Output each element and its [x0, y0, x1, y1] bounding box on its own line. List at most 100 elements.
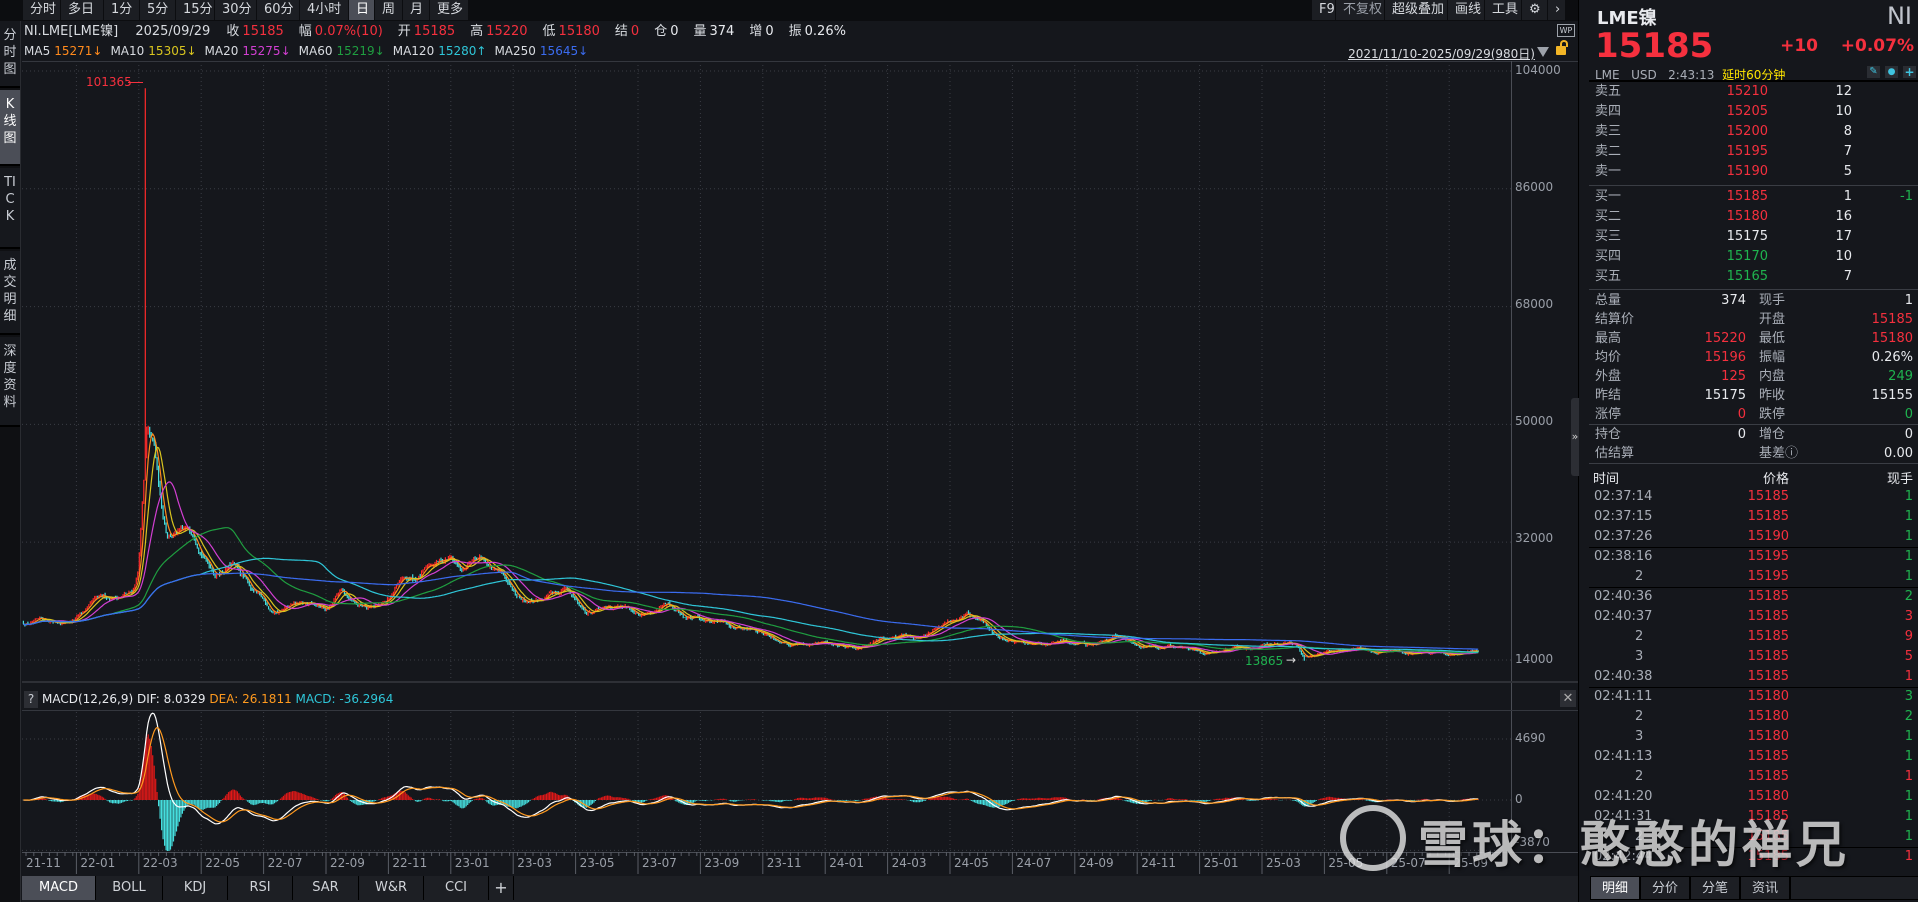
close-macd-icon[interactable]: ✕ [1560, 690, 1576, 707]
ask-qty: 8 [1843, 124, 1852, 139]
trade-price: 15185 [1747, 649, 1789, 664]
info-field-value: 15185 [242, 24, 284, 39]
info-field: 量 374 [694, 24, 738, 39]
price-tick-label: 14000 [1515, 652, 1554, 666]
period-button-6[interactable]: 60分 [257, 0, 299, 20]
x-tick-label: 24-07 [1016, 856, 1052, 870]
divider [1589, 185, 1918, 186]
candlestick-chart[interactable] [22, 61, 1511, 681]
period-button-2[interactable]: 1分 [104, 0, 139, 20]
x-tick-label: 24-11 [1141, 856, 1177, 870]
info-field-value: 374 [709, 24, 735, 39]
indicator-tab-macd[interactable]: MACD [22, 876, 96, 900]
stat-label: 跌停 [1759, 407, 1786, 422]
chevron-right-icon[interactable]: › [1548, 0, 1565, 20]
tool-button-3[interactable]: 画线 [1448, 0, 1484, 20]
sidebar-tab-0[interactable]: 分时图 [0, 21, 20, 88]
period-button-10[interactable]: 月 [403, 0, 429, 20]
quote-tab-1[interactable]: 分价 [1640, 876, 1690, 900]
indicator-tab-kdj[interactable]: KDJ [163, 876, 228, 900]
tool-button-2[interactable]: 超级叠加 [1385, 0, 1447, 20]
ma-label: MA250 [494, 44, 536, 58]
bid-level: 买一 [1595, 189, 1622, 204]
bid-qty: 16 [1835, 209, 1852, 224]
quote-tab-2[interactable]: 分笔 [1690, 876, 1740, 900]
stat-label: 现手 [1759, 293, 1786, 308]
info-field-label: 结 [614, 24, 628, 39]
sidebar-tab-1[interactable]: K线图 [0, 90, 20, 166]
gear-icon[interactable]: ⚙ [1522, 0, 1547, 20]
trade-row: 02:40:36 15185 2 [1579, 587, 1918, 607]
trade-qty: 1 [1904, 569, 1913, 584]
sidebar-tab-2[interactable]: TICK [0, 168, 20, 249]
indicator-tab-wr[interactable]: W&R [359, 876, 424, 900]
trade-price: 15185 [1747, 849, 1789, 864]
trade-row: 3 15180 1 [1579, 727, 1918, 747]
ma-label: MA60 [298, 44, 333, 58]
sidebar-tab-4[interactable]: 深度资料 [0, 337, 20, 427]
wp-icon[interactable]: WP [1557, 24, 1575, 37]
ask-row: 卖三 15200 8 [1579, 122, 1918, 142]
period-button-4[interactable]: 15分 [176, 0, 214, 20]
trade-row: 02:37:14 15185 1 [1579, 487, 1918, 507]
info-field: 收 15185 [226, 24, 286, 39]
x-tick-label: 25-09 [1453, 856, 1489, 870]
trade-price: 15185 [1747, 769, 1789, 784]
period-button-7[interactable]: 4小时 [300, 0, 348, 20]
trade-row: 02:41:13 15185 1 [1579, 747, 1918, 767]
symbol-label: NI.LME[LME镍] [24, 24, 119, 39]
trade-qty: 1 [1904, 489, 1913, 504]
trade-qty: 1 [1904, 749, 1913, 764]
stat-value: 1 [1904, 293, 1913, 308]
quote-tab-0[interactable]: 明细 [1590, 876, 1640, 900]
range-dropdown-icon[interactable] [1537, 47, 1549, 57]
macd-help-button[interactable]: ? [24, 691, 38, 708]
quote-tab-filler [1790, 876, 1918, 900]
ma-line-ma120 [23, 557, 1479, 653]
tool-button-4[interactable]: 工具 [1485, 0, 1521, 20]
collapse-panel-toggle[interactable]: » [1571, 398, 1579, 476]
stat-value: 0.00 [1884, 446, 1913, 461]
ma-line-ma60 [23, 527, 1479, 654]
tool-button-1[interactable]: 不复权 [1336, 0, 1384, 20]
price-change-pct: +0.07% [1840, 36, 1914, 56]
date-range-link[interactable]: 2021/11/10-2025/09/29(980日) [1348, 45, 1535, 62]
bid-change: -1 [1900, 189, 1913, 204]
period-button-3[interactable]: 5分 [140, 0, 175, 20]
indicator-tab-rsi[interactable]: RSI [228, 876, 293, 900]
period-button-5[interactable]: 30分 [215, 0, 256, 20]
bell-icon[interactable]: ● [1885, 66, 1898, 78]
add-indicator-button[interactable]: + [489, 876, 514, 900]
period-button-1[interactable]: 多日 [61, 0, 103, 20]
info-field-label: 振 [788, 24, 802, 39]
trade-time: 2 [1635, 569, 1644, 584]
add-icon[interactable]: + [1903, 66, 1916, 78]
tool-button-0[interactable]: F9 [1312, 0, 1335, 20]
ask-level: 卖三 [1595, 124, 1622, 139]
sidebar-tab-3[interactable]: 成交明细 [0, 251, 20, 335]
lock-icon[interactable] [1556, 40, 1568, 55]
period-button-9[interactable]: 周 [375, 0, 402, 20]
trade-qty: 1 [1904, 509, 1913, 524]
info-field-label: 量 [693, 24, 707, 39]
x-tick-label: 23-03 [517, 856, 553, 870]
macd-chart[interactable] [22, 712, 1511, 852]
period-button-0[interactable]: 分时 [23, 0, 60, 20]
period-button-11[interactable]: 更多 [430, 0, 468, 20]
indicator-tab-boll[interactable]: BOLL [96, 876, 163, 900]
quote-tab-3[interactable]: 资讯 [1740, 876, 1790, 900]
period-button-8[interactable]: 日 [349, 0, 374, 20]
indicator-tab-sar[interactable]: SAR [293, 876, 359, 900]
trade-time: 02:37:15 [1594, 509, 1653, 524]
ma-label: MA10 [110, 44, 145, 58]
ma-value: 15219 [336, 44, 375, 58]
ma-arrow: ↑ [476, 44, 487, 58]
stat-label: 持仓 [1595, 427, 1622, 442]
pencil-icon[interactable]: ✎ [1867, 66, 1880, 78]
bid-row: 买四 15170 10 [1579, 247, 1918, 267]
indicator-tab-cci[interactable]: CCI [424, 876, 489, 900]
ask-qty: 12 [1835, 84, 1852, 99]
trade-qty: 3 [1904, 609, 1913, 624]
info-field: 仓0 [654, 24, 681, 39]
x-tick-label: 23-11 [766, 856, 802, 870]
